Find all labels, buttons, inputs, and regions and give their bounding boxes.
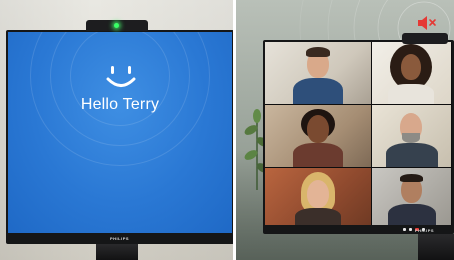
speaker-muted-icon	[418, 16, 436, 30]
participant-tile[interactable]	[265, 42, 371, 104]
monitor-stand	[418, 234, 454, 260]
greeting-text: Hello Terry	[80, 96, 160, 113]
left-monitor: Hello Terry PHILIPS	[6, 30, 233, 244]
video-call-grid	[265, 42, 452, 225]
windows-hello-screen: Hello Terry	[8, 32, 232, 233]
participant-tile[interactable]	[265, 105, 371, 167]
right-monitor: PHILIPS	[263, 40, 454, 234]
monitor-brand: PHILIPS	[110, 236, 130, 241]
webcam-led-icon	[114, 23, 119, 28]
mic-button[interactable]	[403, 227, 406, 231]
monitor-stand	[96, 244, 138, 260]
webcam	[402, 33, 448, 44]
camera-button[interactable]	[409, 227, 412, 231]
smiley-face-icon	[106, 66, 136, 87]
left-photo: Hello Terry PHILIPS	[0, 0, 233, 260]
participant-tile[interactable]	[372, 168, 451, 225]
participant-tile[interactable]	[372, 105, 451, 167]
participant-tile[interactable]	[265, 168, 371, 225]
participant-tile[interactable]	[372, 42, 451, 104]
monitor-brand: PHILIPS	[415, 228, 435, 233]
webcam	[86, 20, 148, 31]
